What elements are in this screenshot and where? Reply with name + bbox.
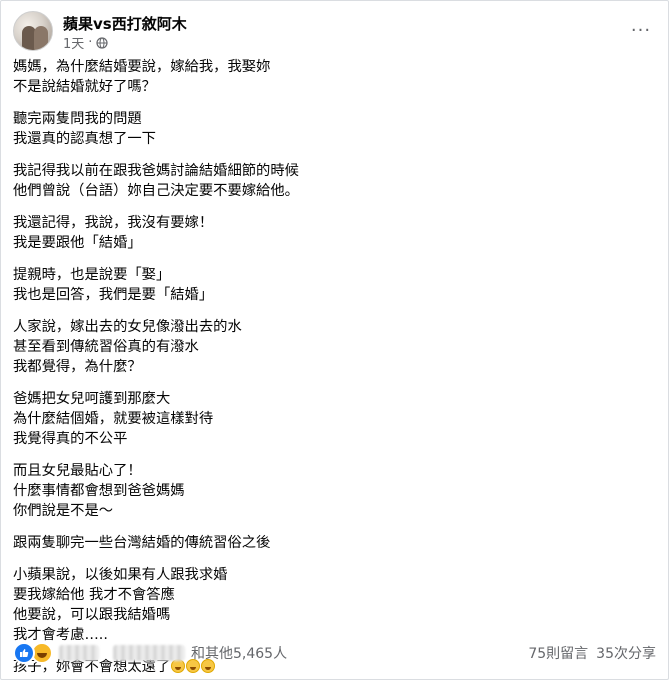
share-count[interactable]: 35次分享 (596, 643, 656, 663)
post-line: 你們說是不是～ (13, 503, 114, 519)
post-line: 甚至看到傳統習俗真的有潑水 (13, 339, 199, 355)
post-paragraph: 人家說，嫁出去的女兒像潑出去的水 甚至看到傳統習俗真的有潑水 我都覺得，為什麼？ (13, 317, 656, 377)
post-line: 爸媽把女兒呵護到那麼大 (13, 391, 171, 407)
post-line: 我還真的認真想了一下 (13, 131, 156, 147)
post-paragraph: 我還記得，我說，我沒有要嫁！ 我是要跟他「結婚」 (13, 213, 656, 253)
author-name[interactable]: 蘋果vs西打敘阿木 (63, 13, 187, 34)
post-line: 我還記得，我說，我沒有要嫁！ (13, 215, 214, 231)
post-line: 他要說，可以跟我結婚嗎 (13, 607, 171, 623)
like-reaction-icon (13, 642, 35, 664)
post-line: 他們曾說（台語）妳自己決定要不要嫁給他。 (13, 183, 299, 199)
post-paragraph: 媽媽，為什麼結婚要說，嫁給我，我娶妳 不是說結婚就好了嗎？ (13, 57, 656, 97)
blurred-name (113, 645, 185, 661)
post-line: 媽媽，為什麼結婚要說，嫁給我，我娶妳 (13, 59, 271, 75)
post-text: 媽媽，為什麼結婚要說，嫁給我，我娶妳 不是說結婚就好了嗎？ 聽完兩隻問我的問題 我還真… (13, 57, 656, 689)
post-line: 什麼事情都會想到爸爸媽媽 (13, 483, 185, 499)
post-line: 跟兩隻聊完一些台灣結婚的傳統習俗之後 (13, 535, 271, 551)
post-line: 為什麼結個婚，就要被這樣對待 (13, 411, 214, 427)
post-paragraph: 提親時，也是說要「娶」我也是回答，我們是要「結婚」 (13, 265, 656, 305)
more-options-button[interactable]: ··· (628, 17, 654, 43)
post-paragraph: 爸媽把女兒呵護到那麼大為什麼結個婚，就要被這樣對待 我覺得真的不公平 (13, 389, 656, 449)
globe-icon (96, 36, 109, 49)
post-line: 不是說結婚就好了嗎？ (13, 79, 156, 95)
post-line: 人家說，嫁出去的女兒像潑出去的水 (13, 319, 242, 335)
post-line: 我記得我以前在跟我爸媽討論結婚細節的時候 (13, 163, 299, 179)
post-card: 蘋果vs西打敘阿木 1天 · ··· 媽媽，為什麼結婚要說，嫁給我，我娶妳 不是說… (0, 0, 669, 680)
avatar[interactable] (13, 11, 53, 51)
post-line: 我是要跟他「結婚」 (13, 235, 142, 251)
post-paragraph: 我記得我以前在跟我爸媽討論結婚細節的時候 他們曾說（台語）妳自己決定要不要嫁給他。 (13, 161, 656, 201)
post-line: 我都覺得，為什麼？ (13, 359, 142, 375)
reaction-count[interactable]: 和其他5,465人 (191, 643, 287, 663)
blurred-name (59, 645, 99, 661)
post-paragraph: 跟兩隻聊完一些台灣結婚的傳統習俗之後 (13, 533, 656, 553)
reaction-summary[interactable] (13, 642, 53, 664)
post-header: 蘋果vs西打敘阿木 1天 · ··· (13, 11, 656, 52)
post-line: 而且女兒最貼心了！ (13, 463, 142, 479)
post-paragraph: 而且女兒最貼心了！ 什麼事情都會想到爸爸媽媽 你們說是不是～ (13, 461, 656, 521)
comment-count[interactable]: 75則留言 (528, 643, 588, 663)
post-meta: 1天 · (63, 33, 109, 52)
post-line: 小蘋果說，以後如果有人跟我求婚 (13, 567, 228, 583)
post-time[interactable]: 1天 (63, 33, 84, 52)
post-line: 提親時，也是說要「娶」 (13, 267, 171, 283)
post-line: 要我嫁給他 我才不會答應 (13, 587, 175, 603)
post-line: 我覺得真的不公平 (13, 431, 128, 447)
post-stats: 75則留言 35次分享 (528, 643, 656, 663)
post-line: 我也是回答，我們是要「結婚」 (13, 287, 214, 303)
post-paragraph: 聽完兩隻問我的問題 我還真的認真想了一下 (13, 109, 656, 149)
post-paragraph: 小蘋果說，以後如果有人跟我求婚 要我嫁給他 我才不會答應 他要說，可以跟我結婚嗎 我才… (13, 565, 656, 645)
post-line: 聽完兩隻問我的問題 (13, 111, 142, 127)
post-footer: 和其他5,465人 75則留言 35次分享 (13, 637, 656, 669)
